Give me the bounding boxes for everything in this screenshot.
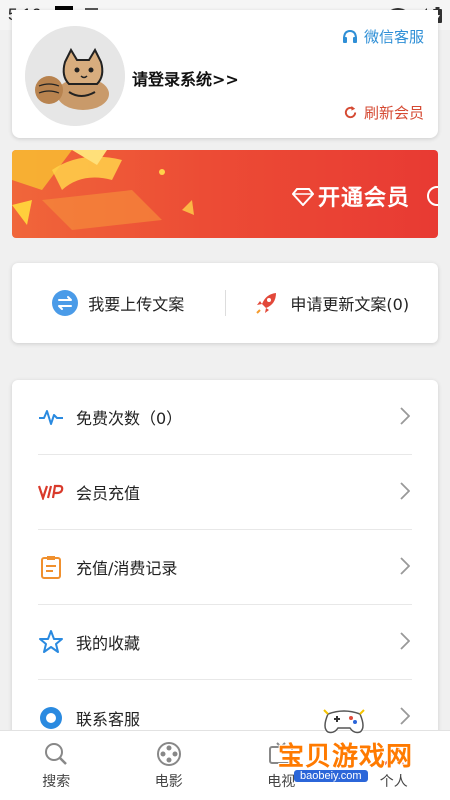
wechat-service-button[interactable]: 微信客服: [342, 26, 424, 47]
menu-label: 联系客服: [76, 709, 141, 729]
action-card: 我要上传文案 申请更新文案(0): [12, 263, 438, 343]
diamond-icon: [292, 188, 314, 206]
cat-avatar-icon: [25, 26, 125, 126]
avatar[interactable]: [25, 26, 125, 126]
request-update-button[interactable]: 申请更新文案(0): [226, 263, 439, 343]
refresh-member-button[interactable]: 刷新会员: [343, 102, 424, 123]
service-icon: [38, 705, 64, 731]
clipboard-icon: [38, 554, 64, 580]
pulse-icon: [38, 404, 64, 430]
menu-item-favorites[interactable]: 我的收藏: [38, 605, 412, 680]
menu-item-free-count[interactable]: 免费次数（0）: [38, 380, 412, 455]
menu-label: 我的收藏: [76, 634, 141, 653]
request-update-label: 申请更新文案(0): [290, 295, 410, 314]
star-icon: [38, 629, 64, 655]
chevron-right-icon: [400, 632, 410, 650]
film-reel-icon: [156, 742, 181, 766]
wechat-service-label: 微信客服: [363, 28, 424, 46]
upload-copy-label: 我要上传文案: [88, 295, 185, 314]
refresh-member-label: 刷新会员: [363, 104, 424, 122]
chevron-right-icon: [400, 407, 410, 425]
watermark-url: baobeiy.com: [294, 770, 368, 782]
banner-arrow-icon: [427, 186, 438, 206]
menu-item-member-recharge[interactable]: 会员充值: [38, 455, 412, 530]
vip-banner[interactable]: 开通会员: [12, 150, 438, 238]
search-icon: [45, 743, 68, 765]
upload-copy-button[interactable]: 我要上传文案: [12, 263, 225, 343]
tab-search[interactable]: 搜索: [0, 731, 113, 800]
headset-icon: [342, 29, 357, 43]
tab-movie[interactable]: 电影: [113, 731, 226, 800]
menu-label: 会员充值: [76, 484, 141, 503]
watermark-text: 宝贝游戏网: [278, 742, 414, 772]
menu-item-records[interactable]: 充值/消费记录: [38, 530, 412, 605]
tab-label: 搜索: [42, 774, 71, 790]
tab-label: 电影: [154, 774, 183, 790]
menu-label: 免费次数（0）: [76, 409, 183, 428]
profile-card: 请登录系统>> 微信客服 刷新会员: [12, 10, 438, 138]
rocket-icon: [256, 293, 277, 314]
refresh-icon: [344, 105, 357, 119]
watermark: 宝贝游戏网 baobeiy.com: [270, 706, 450, 796]
chevron-right-icon: [400, 482, 410, 500]
chevron-right-icon: [400, 557, 410, 575]
login-prompt[interactable]: 请登录系统>>: [132, 66, 239, 90]
banner-text: 开通会员: [318, 186, 411, 211]
transfer-icon: [52, 290, 79, 316]
menu-label: 充值/消费记录: [76, 559, 178, 578]
vip-icon: [38, 479, 64, 505]
gamepad-icon: [323, 709, 365, 734]
